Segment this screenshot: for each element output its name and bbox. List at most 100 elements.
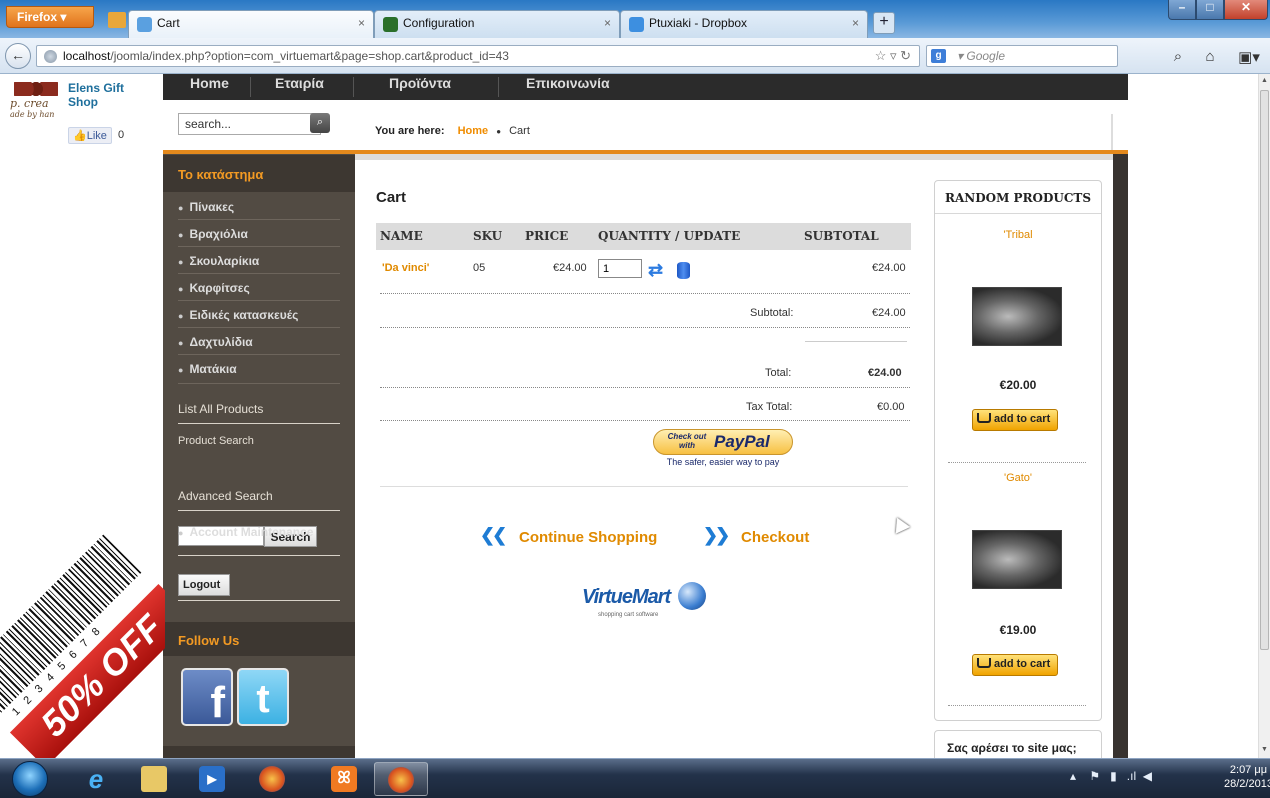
search-icon[interactable]: ⌕: [310, 113, 330, 133]
refresh-icon[interactable]: ⇄: [648, 260, 668, 280]
virtuemart-globe-icon: [678, 582, 706, 610]
close-tab-icon[interactable]: ×: [604, 16, 611, 30]
advanced-search-link[interactable]: Advanced Search: [178, 489, 273, 503]
scroll-down-icon[interactable]: ▼: [1261, 746, 1268, 753]
sidebar-item-earrings[interactable]: ● Σκουλαρίκια: [163, 246, 355, 273]
divider: [805, 341, 907, 342]
network-signal-icon[interactable]: .ıl: [1127, 769, 1136, 783]
double-chevron-right-icon[interactable]: ❯❯: [703, 525, 730, 546]
firefox-menu-button[interactable]: Firefox ▾: [6, 6, 94, 28]
sidebar-item-bracelets[interactable]: ● Βραχιόλια: [163, 219, 355, 246]
site-name[interactable]: Elens Gift Shop: [68, 81, 148, 109]
media-player-icon[interactable]: ▶: [186, 762, 240, 796]
minimize-button[interactable]: –: [1168, 0, 1196, 20]
tab-configuration[interactable]: Configuration ×: [374, 10, 620, 38]
product-image[interactable]: [972, 530, 1062, 589]
back-button[interactable]: ←: [5, 43, 31, 69]
scrollbar-thumb[interactable]: [1260, 90, 1269, 650]
sidebar-item-brooches[interactable]: ● Καρφίτσες: [163, 273, 355, 300]
battery-icon[interactable]: ▮: [1110, 769, 1117, 783]
taskbar-clock[interactable]: 2:07 μμ 28/2/2013: [1224, 763, 1270, 791]
site-logo[interactable]: p. crea ade by han: [10, 80, 65, 130]
url-bar[interactable]: localhost/joomla/index.php?option=com_vi…: [36, 45, 920, 67]
add-to-cart-button[interactable]: add to cart: [972, 654, 1058, 676]
site-search-input[interactable]: [178, 113, 321, 135]
tab-dropbox[interactable]: Ptuxiaki - Dropbox ×: [620, 10, 868, 38]
start-button[interactable]: [12, 761, 48, 797]
menu-company[interactable]: Εταιρία: [275, 74, 324, 100]
url-path: /joomla/index.php?option=com_virtuemart&…: [110, 49, 509, 63]
xampp-icon[interactable]: ꕤ: [318, 762, 372, 796]
double-chevron-left-icon[interactable]: ❮❮: [480, 525, 507, 546]
sidebar-item-paintings[interactable]: ● Πίνακες: [163, 192, 355, 219]
product-name-link[interactable]: 'Tribal: [934, 229, 1102, 241]
xampp-glyph: ꕤ: [331, 766, 357, 792]
category-label: Βραχιόλια: [189, 227, 248, 241]
internet-explorer-icon[interactable]: e: [70, 762, 124, 796]
product-name-link[interactable]: 'Da vinci': [382, 262, 429, 274]
product-price: €20.00: [999, 378, 1037, 392]
show-hidden-icons-icon[interactable]: ▴: [1070, 769, 1076, 783]
category-label: Ματάκια: [189, 362, 237, 376]
category-label: Ειδικές κατασκευές: [189, 308, 299, 322]
facebook-icon[interactable]: f: [181, 668, 233, 727]
list-all-products-link[interactable]: List All Products: [178, 402, 263, 416]
breadcrumb-home-link[interactable]: Home: [458, 125, 489, 137]
firefox-active-icon[interactable]: [374, 762, 428, 796]
menu-home[interactable]: Home: [190, 74, 229, 100]
search-placeholder: Google: [966, 49, 1006, 63]
bullet-icon: ●: [178, 528, 184, 538]
vertical-scrollbar[interactable]: ▲ ▼: [1258, 74, 1270, 758]
account-maintenance-link[interactable]: ● Account Maintenance: [163, 517, 355, 541]
folder-glyph: [141, 766, 167, 792]
col-subtotal-header: SUBTOTAL: [804, 229, 879, 243]
new-tab-button[interactable]: +: [873, 12, 895, 34]
ie-glyph: e: [88, 764, 104, 794]
play-glyph: ▶: [199, 766, 225, 792]
virtuemart-logo[interactable]: VirtueMart shopping cart software: [582, 580, 712, 620]
paypal-checkout-button[interactable]: Check out with PayPal: [653, 429, 793, 455]
site-identity-icon[interactable]: [44, 50, 57, 63]
checkout-link[interactable]: Checkout: [741, 529, 809, 546]
close-tab-icon[interactable]: ×: [358, 16, 365, 30]
sale-badge: 12345678 50% OFF: [0, 534, 165, 758]
search-icon[interactable]: ⌕: [1168, 48, 1188, 66]
scroll-up-icon[interactable]: ▲: [1261, 77, 1268, 84]
product-name-link[interactable]: 'Gato': [934, 472, 1102, 484]
pinned-tab-mail-icon[interactable]: [108, 12, 126, 28]
trash-icon[interactable]: [677, 262, 690, 279]
bookmark-star-icon[interactable]: ☆ ▿ ↻: [875, 48, 911, 64]
bookmarks-menu-icon[interactable]: ▣▾: [1234, 48, 1264, 66]
action-center-flag-icon[interactable]: ⚑: [1089, 769, 1100, 783]
sidebar-item-rings[interactable]: ● Δαχτυλίδια: [163, 327, 355, 354]
volume-icon[interactable]: ◀: [1143, 769, 1152, 783]
bullet-icon: ●: [178, 284, 184, 294]
sidebar-item-special[interactable]: ● Ειδικές κατασκευές: [163, 300, 355, 327]
menu-contact[interactable]: Επικοινωνία: [526, 74, 610, 100]
divider: [948, 705, 1086, 706]
google-icon[interactable]: g: [931, 49, 946, 63]
page-title: Cart: [376, 189, 407, 206]
clock-date: 28/2/2013: [1224, 778, 1270, 790]
firefox-icon[interactable]: [246, 762, 300, 796]
home-icon[interactable]: ⌂: [1200, 48, 1220, 66]
twitter-icon[interactable]: t: [237, 668, 289, 726]
close-window-button[interactable]: ✕: [1224, 0, 1268, 20]
follow-us-title: Follow Us: [163, 622, 355, 656]
close-tab-icon[interactable]: ×: [852, 16, 859, 30]
browser-tab-bar: Firefox ▾ Cart × Configuration × Ptuxiak…: [0, 0, 1270, 38]
tab-cart[interactable]: Cart ×: [128, 10, 374, 38]
add-to-cart-button[interactable]: add to cart: [972, 409, 1058, 431]
menu-products[interactable]: Προϊόντα: [389, 74, 451, 100]
product-image[interactable]: [972, 287, 1062, 346]
divider: [178, 600, 340, 601]
search-bar[interactable]: g ▾ Google: [926, 45, 1118, 67]
divider: [178, 383, 340, 384]
continue-shopping-link[interactable]: Continue Shopping: [519, 529, 657, 546]
file-explorer-icon[interactable]: [128, 762, 182, 796]
quantity-input[interactable]: [598, 259, 642, 278]
facebook-like-button[interactable]: 👍Like: [68, 127, 112, 144]
logout-button[interactable]: Logout: [178, 574, 230, 596]
maximize-button[interactable]: □: [1196, 0, 1224, 20]
sidebar-item-evil-eye[interactable]: ● Ματάκια: [163, 354, 355, 381]
